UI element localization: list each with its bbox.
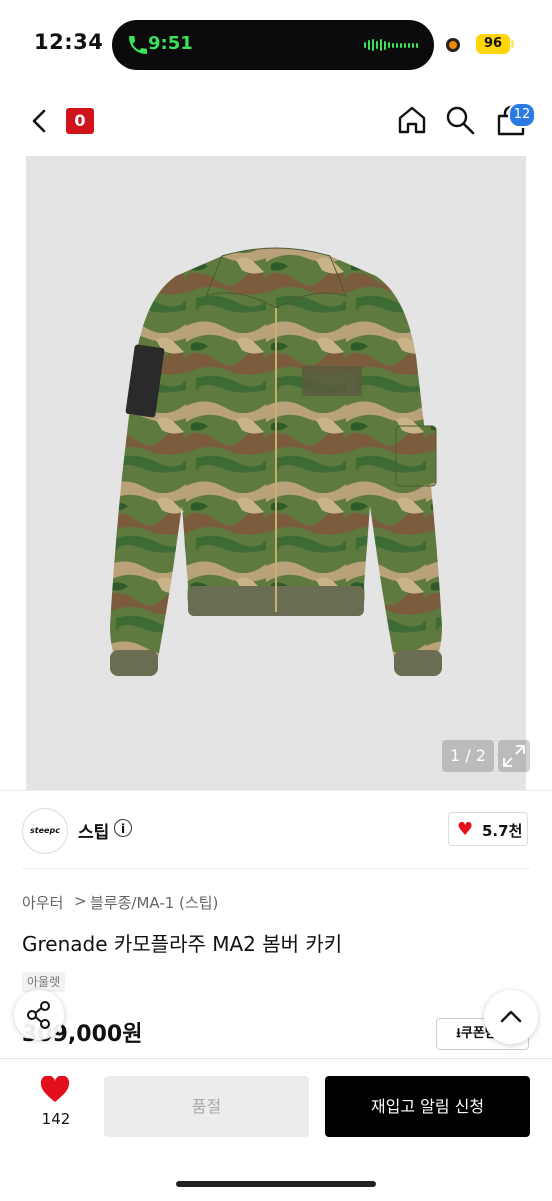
scroll-top-button[interactable] <box>484 990 538 1044</box>
share-icon <box>27 1001 50 1029</box>
like-count: 142 <box>41 1110 71 1128</box>
share-button[interactable] <box>14 990 64 1040</box>
phone-icon <box>129 36 147 54</box>
info-icon[interactable]: i <box>114 819 132 837</box>
cart-count-badge: 12 <box>508 102 536 128</box>
home-indicator <box>176 1181 376 1187</box>
home-icon[interactable] <box>396 104 428 136</box>
category-link[interactable]: 아우터 <box>22 892 63 913</box>
image-counter: 1 / 2 <box>442 740 494 772</box>
battery-indicator: 96 <box>476 34 510 54</box>
outlet-tag: 아울렛 <box>22 972 66 992</box>
divider <box>22 868 530 869</box>
soldout-button: 품절 <box>104 1076 309 1137</box>
expand-icon[interactable] <box>498 740 530 772</box>
product-title: Grenade 카모플라주 MA2 봄버 카키 <box>22 932 343 956</box>
call-timer: 9:51 <box>148 33 193 54</box>
restock-notify-button[interactable]: 재입고 알림 신청 <box>325 1076 530 1137</box>
search-icon[interactable] <box>444 104 476 136</box>
status-time: 12:34 <box>34 30 104 54</box>
chevron-up-icon <box>500 1010 522 1023</box>
back-arrow-icon[interactable] <box>26 106 54 136</box>
audio-wave-icon <box>364 38 418 52</box>
product-image[interactable] <box>26 156 526 790</box>
subcategory-link[interactable]: 블루종/MA-1 (스팁) <box>90 892 218 913</box>
brand-badge[interactable]: 0 <box>66 108 94 134</box>
chevron-right-icon: > <box>74 892 87 910</box>
brand-like-count: 5.7천 <box>482 822 523 840</box>
recording-indicator-icon <box>446 38 460 52</box>
brand-name[interactable]: 스팁 <box>78 818 109 843</box>
heart-icon: ♥ <box>457 819 474 840</box>
divider <box>0 790 552 791</box>
jacket-illustration <box>26 156 526 790</box>
brand-logo[interactable]: steepc <box>22 808 68 854</box>
dynamic-island[interactable]: 9:51 <box>112 20 434 70</box>
heart-icon[interactable] <box>40 1076 70 1104</box>
battery-tip <box>511 40 514 48</box>
brand-like-button[interactable]: ♥ 5.7천 <box>448 812 528 846</box>
